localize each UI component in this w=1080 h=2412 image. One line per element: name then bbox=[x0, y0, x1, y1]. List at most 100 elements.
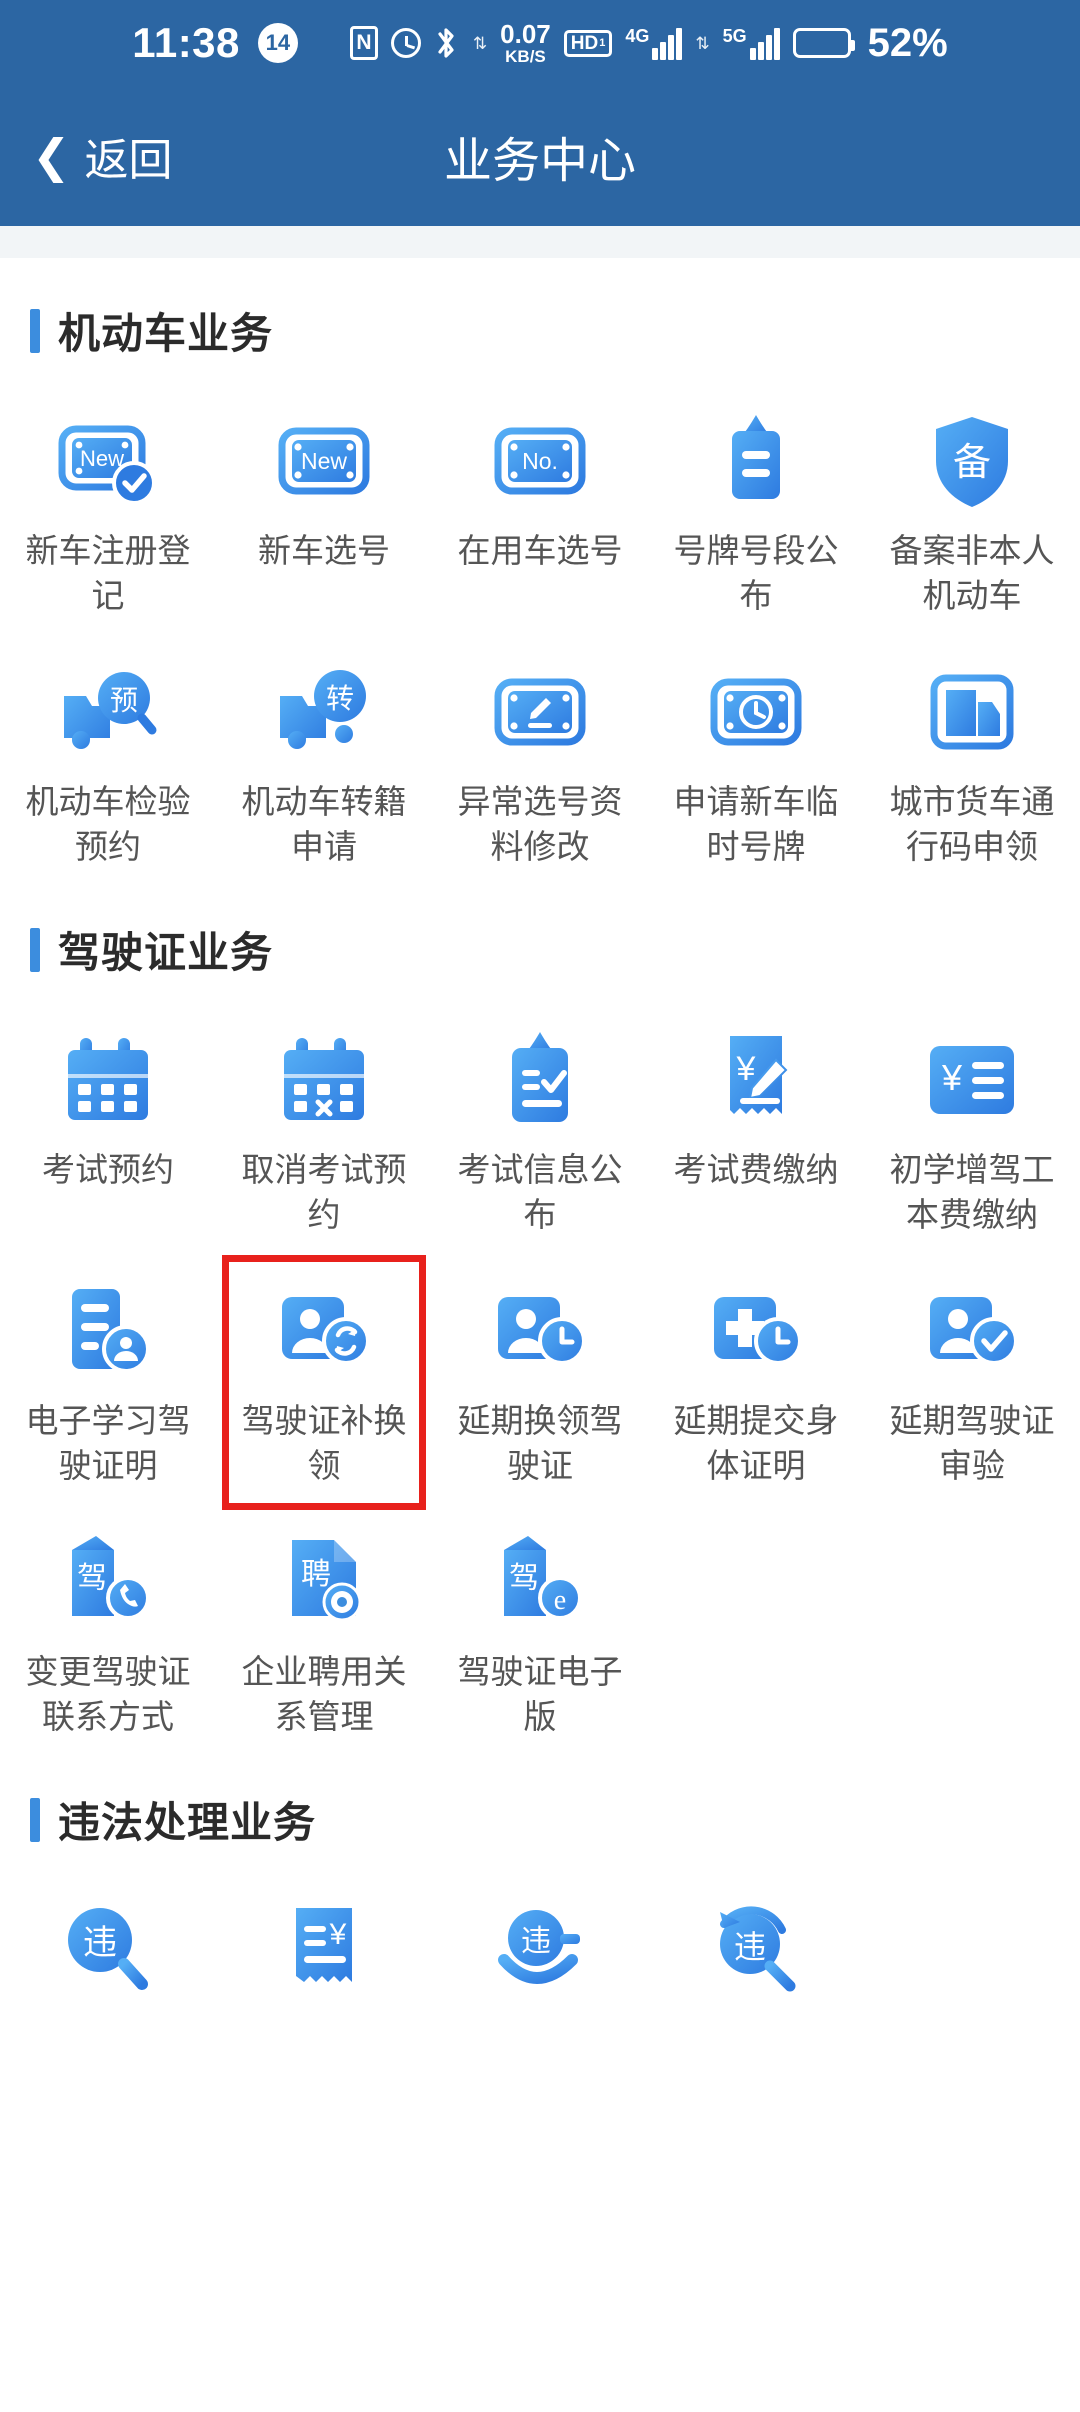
grid-item-truck-zhuan[interactable]: 转 机动车转籍申请 bbox=[216, 626, 432, 877]
grid-item-yen-list[interactable]: ¥ 初学增驾工本费缴纳 bbox=[864, 994, 1080, 1245]
nav-bar: ❮ 返回 业务中心 bbox=[0, 86, 1080, 226]
nav-divider bbox=[0, 226, 1080, 258]
grid-item-truck-yu-search[interactable]: 预 机动车检验预约 bbox=[0, 626, 216, 877]
section-accent-bar bbox=[30, 309, 40, 353]
signal-switch-icon: ⇅ bbox=[695, 35, 709, 52]
grid-item-calendar[interactable]: 考试预约 bbox=[0, 994, 216, 1245]
section-grid: 违 ¥ 违 违 bbox=[0, 1864, 1080, 2026]
calendar-cancel-icon bbox=[272, 1028, 376, 1132]
grid-item-id-refresh[interactable]: 驾驶证补换领 bbox=[216, 1245, 432, 1496]
grid-item-label: 新车选号 bbox=[229, 529, 419, 574]
shield-bei-icon: 备 bbox=[920, 409, 1024, 513]
grid-item-label: 机动车检验预约 bbox=[13, 780, 203, 869]
grid-item-cargo-truck[interactable]: 城市货车通行码申领 bbox=[864, 626, 1080, 877]
grid-item-jia-e[interactable]: 驾 e驾驶证电子版 bbox=[432, 1496, 648, 1747]
grid-item-label: 变更驾驶证联系方式 bbox=[13, 1650, 203, 1739]
plate-no-icon: No. bbox=[488, 409, 592, 513]
grid-item-plate-new[interactable]: New 新车选号 bbox=[216, 375, 432, 626]
grid-item-receipt-yen-edit[interactable]: ¥ 考试费缴纳 bbox=[648, 994, 864, 1245]
grid-item-label: 驾驶证补换领 bbox=[229, 1399, 419, 1488]
svg-text:¥: ¥ bbox=[941, 1057, 963, 1098]
svg-text:违: 违 bbox=[83, 1924, 117, 1962]
grid-item-plus-clock[interactable]: 延期提交身体证明 bbox=[648, 1245, 864, 1496]
grid-item-plate-no[interactable]: No.在用车选号 bbox=[432, 375, 648, 626]
section-header: 违法处理业务 bbox=[0, 1789, 1080, 1850]
chevron-left-icon: ❮ bbox=[32, 133, 71, 179]
grid-item-calendar-cancel[interactable]: 取消考试预约 bbox=[216, 994, 432, 1245]
svg-text:New: New bbox=[301, 448, 347, 474]
jia-e-icon: 驾 e bbox=[488, 1530, 592, 1634]
grid-item-label: 备案非本人机动车 bbox=[877, 529, 1067, 618]
grid-item-pin-gear[interactable]: 聘 企业聘用关系管理 bbox=[216, 1496, 432, 1747]
svg-text:备: 备 bbox=[953, 442, 991, 484]
grid-item-wei-hand[interactable]: 违 bbox=[432, 1864, 648, 2026]
grid-item-label: 新车注册登记 bbox=[13, 529, 203, 618]
yen-list-icon: ¥ bbox=[920, 1028, 1024, 1132]
status-bar: 11:38 14 ⇅ 0.07 KB/S HD1 4G ⇅ 5G bbox=[0, 0, 1080, 86]
section-header: 机动车业务 bbox=[0, 300, 1080, 361]
section-header: 驾驶证业务 bbox=[0, 919, 1080, 980]
wei-hand-icon: 违 bbox=[488, 1898, 592, 2002]
wei-refresh-search-icon: 违 bbox=[704, 1898, 808, 2002]
grid-item-id-check[interactable]: 延期驾驶证审验 bbox=[864, 1245, 1080, 1496]
status-bar-left: 11:38 14 bbox=[132, 19, 298, 67]
svg-text:No.: No. bbox=[522, 448, 558, 474]
receipt-yen-edit-icon: ¥ bbox=[704, 1028, 808, 1132]
grid-item-label: 申请新车临时号牌 bbox=[661, 780, 851, 869]
battery-icon bbox=[793, 28, 851, 58]
hanging-board-icon bbox=[704, 409, 808, 513]
notification-badge: 14 bbox=[258, 23, 298, 63]
grid-item-clipboard-check[interactable]: 考试信息公布 bbox=[432, 994, 648, 1245]
cargo-truck-icon bbox=[920, 660, 1024, 764]
plate-edit-icon bbox=[488, 660, 592, 764]
alarm-icon bbox=[391, 28, 421, 58]
signal-5g-label: 5G bbox=[723, 26, 747, 47]
section-2: 违法处理业务 违 ¥ 违 违 bbox=[0, 1747, 1080, 2026]
plus-clock-icon bbox=[704, 1279, 808, 1383]
grid-item-label: 异常选号资料修改 bbox=[445, 780, 635, 869]
svg-text:驾: 驾 bbox=[509, 1562, 539, 1595]
grid-item-label: 企业聘用关系管理 bbox=[229, 1650, 419, 1739]
svg-text:¥: ¥ bbox=[736, 1050, 756, 1088]
calendar-icon bbox=[56, 1028, 160, 1132]
status-time: 11:38 bbox=[132, 19, 240, 67]
grid-item-hanging-board[interactable]: 号牌号段公布 bbox=[648, 375, 864, 626]
bluetooth-icon bbox=[434, 26, 460, 60]
grid-item-receipt-yen[interactable]: ¥ bbox=[216, 1864, 432, 2026]
grid-item-wei-refresh-search[interactable]: 违 bbox=[648, 1864, 864, 2026]
clipboard-check-icon bbox=[488, 1028, 592, 1132]
grid-item-label: 机动车转籍申请 bbox=[229, 780, 419, 869]
signal-4g-icon: 4G bbox=[625, 26, 682, 60]
grid-item-jia-phone[interactable]: 驾 变更驾驶证联系方式 bbox=[0, 1496, 216, 1747]
grid-item-label: 号牌号段公布 bbox=[661, 529, 851, 618]
status-bar-right: ⇅ 0.07 KB/S HD1 4G ⇅ 5G 52% bbox=[350, 21, 948, 66]
grid-item-plate-new-verified[interactable]: New 新车注册登记 bbox=[0, 375, 216, 626]
grid-item-shield-bei[interactable]: 备备案非本人机动车 bbox=[864, 375, 1080, 626]
svg-text:违: 违 bbox=[521, 1925, 551, 1958]
grid-item-doc-person[interactable]: 电子学习驾驶证明 bbox=[0, 1245, 216, 1496]
grid-item-label: 电子学习驾驶证明 bbox=[13, 1399, 203, 1488]
grid-item-label: 初学增驾工本费缴纳 bbox=[877, 1148, 1067, 1237]
grid-item-label: 延期换领驾驶证 bbox=[445, 1399, 635, 1488]
grid-item-wei-search[interactable]: 违 bbox=[0, 1864, 216, 2026]
plate-new-icon: New bbox=[272, 409, 376, 513]
grid-item-plate-edit[interactable]: 异常选号资料修改 bbox=[432, 626, 648, 877]
truck-yu-search-icon: 预 bbox=[56, 660, 160, 764]
section-accent-bar bbox=[30, 928, 40, 972]
svg-text:预: 预 bbox=[110, 685, 138, 716]
back-label: 返回 bbox=[85, 124, 173, 188]
grid-item-label: 城市货车通行码申领 bbox=[877, 780, 1067, 869]
back-button[interactable]: ❮ 返回 bbox=[0, 124, 173, 188]
plate-new-verified-icon: New bbox=[56, 409, 160, 513]
svg-text:聘: 聘 bbox=[301, 1558, 331, 1591]
grid-item-plate-clock[interactable]: 申请新车临时号牌 bbox=[648, 626, 864, 877]
svg-text:¥: ¥ bbox=[329, 1918, 347, 1951]
hd-label: HD bbox=[571, 34, 598, 53]
svg-text:驾: 驾 bbox=[77, 1562, 107, 1595]
nfc-icon bbox=[350, 26, 378, 60]
svg-text:e: e bbox=[554, 1585, 566, 1616]
grid-item-id-clock[interactable]: 延期换领驾驶证 bbox=[432, 1245, 648, 1496]
content-area: 机动车业务 New 新车注册登记 New 新车选号 No.在用车选号 号牌号段公布… bbox=[0, 258, 1080, 2026]
data-transfer-icon: ⇅ bbox=[473, 35, 487, 52]
grid-item-label: 考试信息公布 bbox=[445, 1148, 635, 1237]
